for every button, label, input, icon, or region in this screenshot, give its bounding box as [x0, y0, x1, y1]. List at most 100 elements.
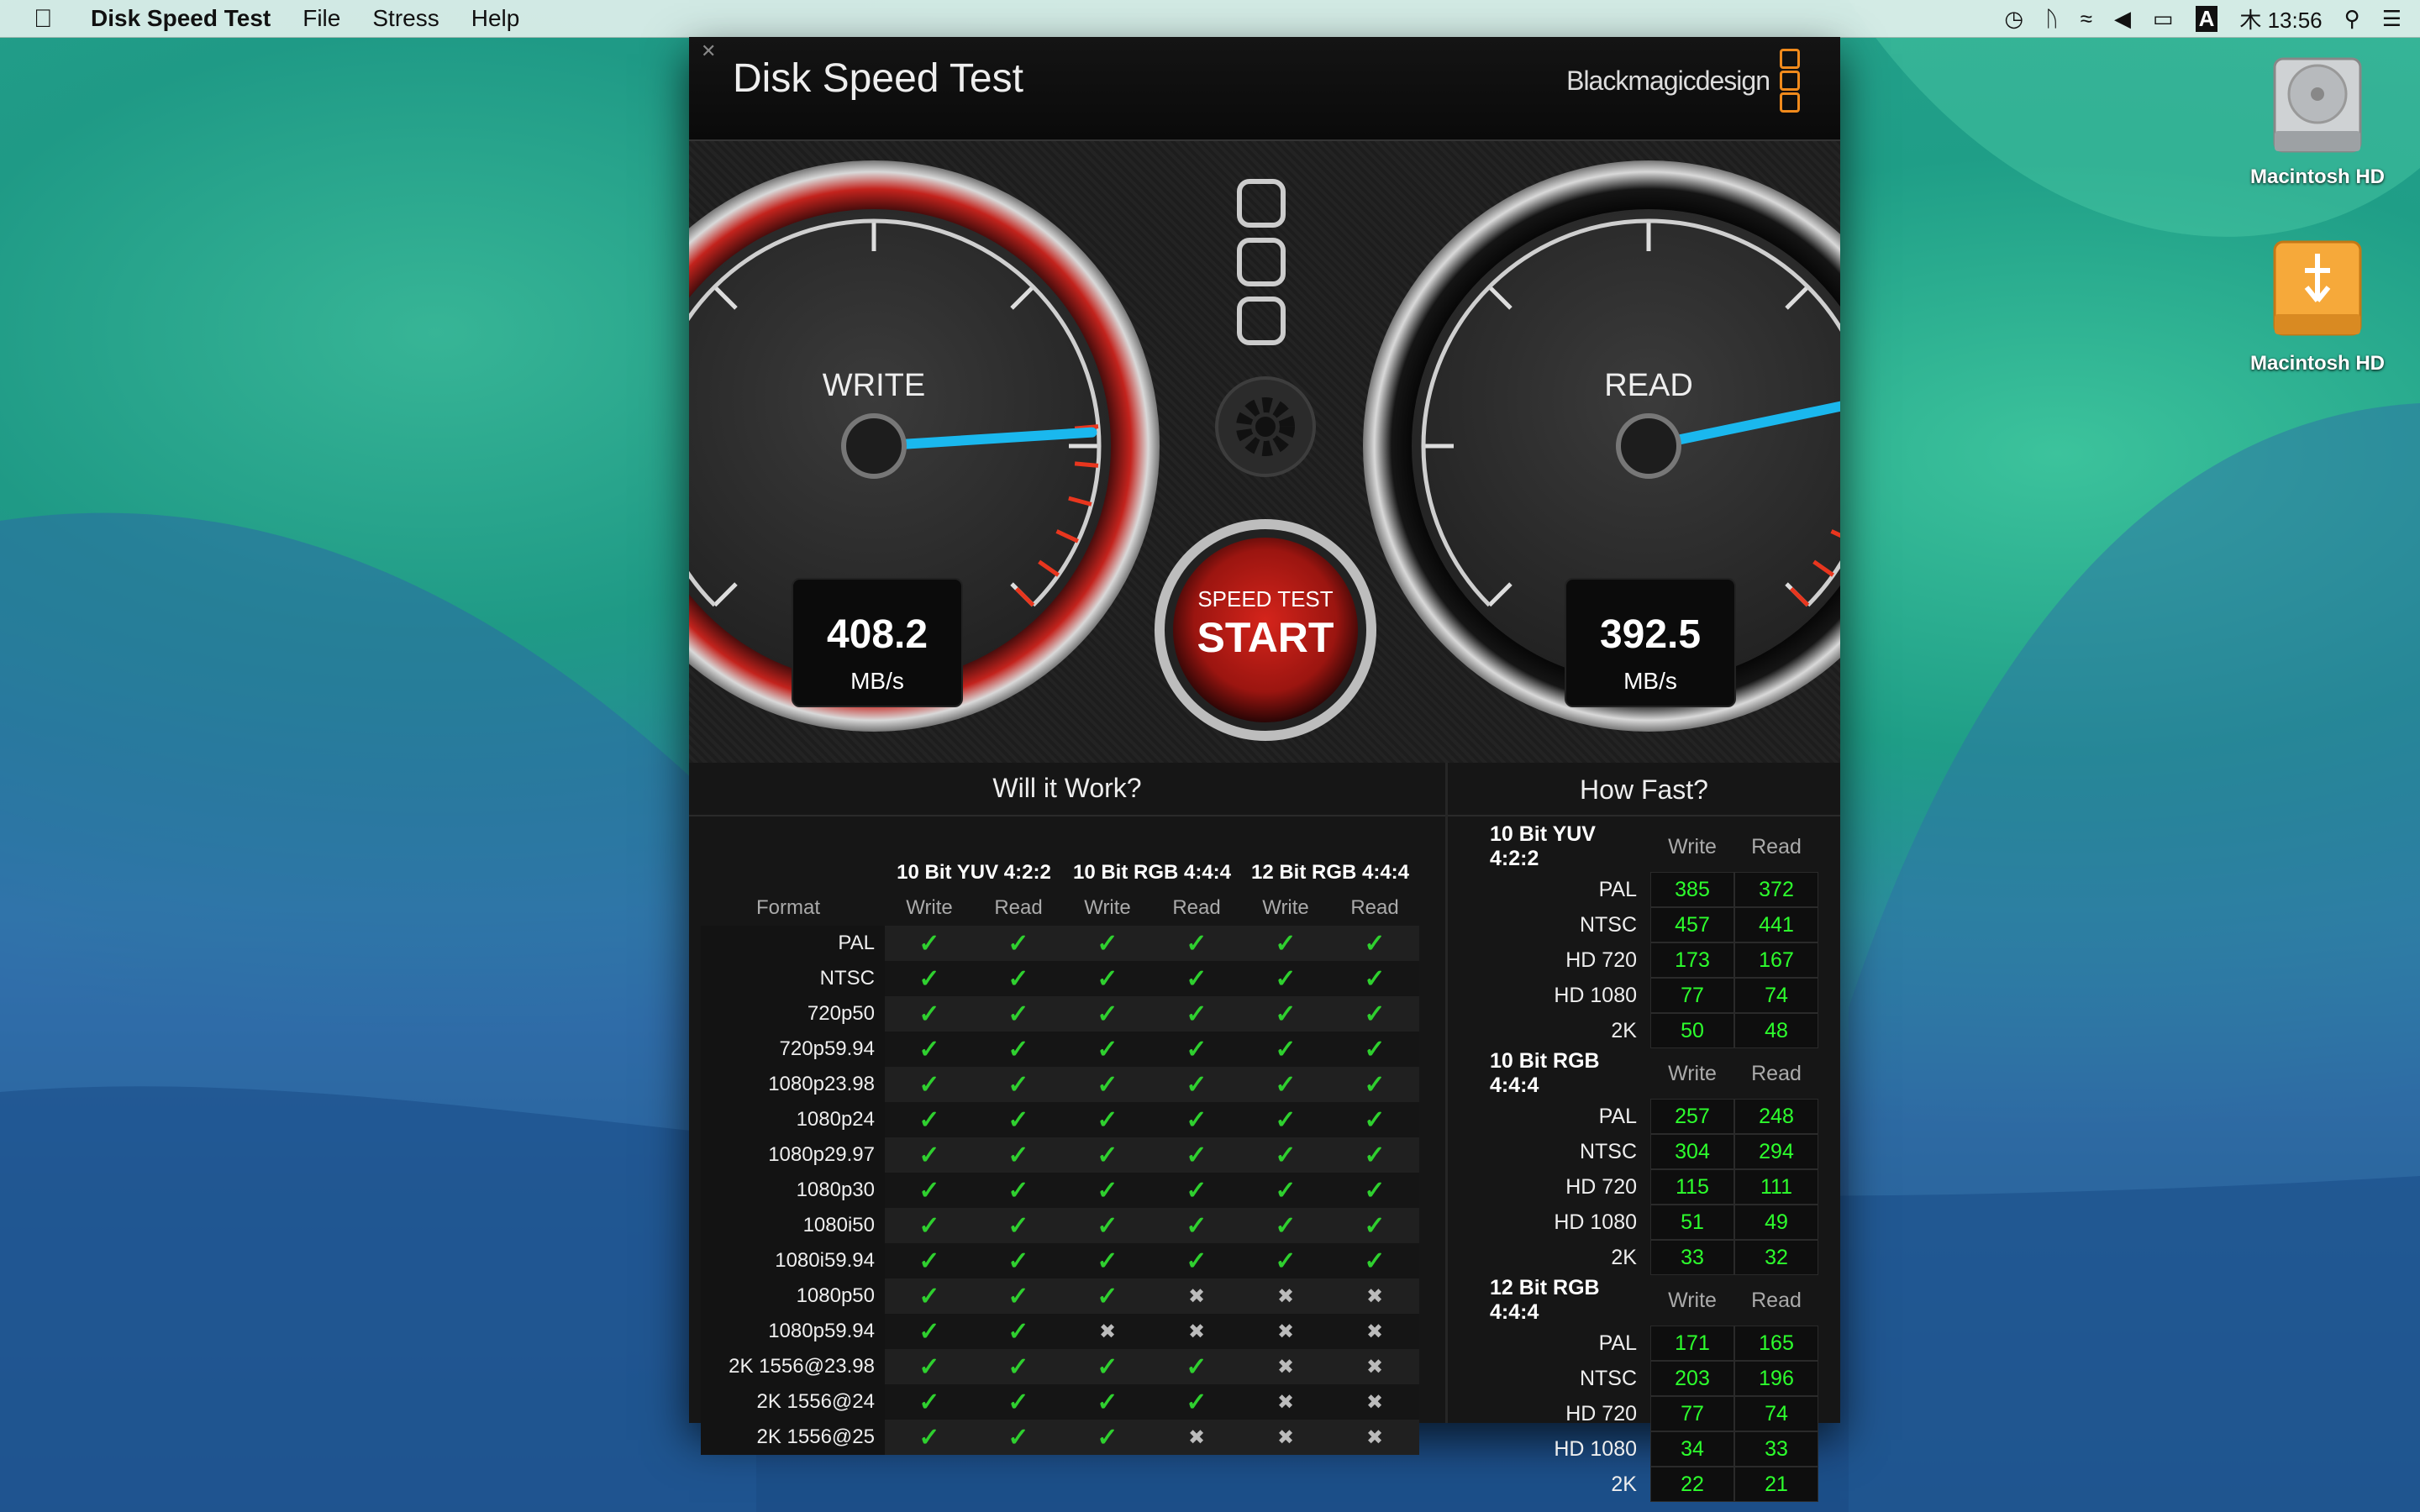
table-row: PAL ✓ ✓ ✓ ✓ ✓ ✓ — [701, 926, 1419, 961]
checkmark-icon: ✓ — [885, 1137, 974, 1173]
drive-indicator-icon — [1237, 179, 1286, 345]
battery-icon[interactable]: ▭ — [2153, 6, 2174, 32]
group-header: 10 Bit RGB 4:4:4 — [1072, 861, 1232, 884]
read-speed-cell: 49 — [1734, 1205, 1818, 1240]
cross-icon: ✖ — [1152, 1420, 1241, 1455]
write-speed-cell: 304 — [1650, 1134, 1734, 1169]
checkmark-icon: ✓ — [1241, 1102, 1330, 1137]
checkmark-icon: ✓ — [1152, 1032, 1241, 1067]
cross-icon: ✖ — [1241, 1420, 1330, 1455]
time-machine-icon[interactable]: ◷ — [2004, 6, 2023, 32]
write-speed-unit: MB/s — [850, 668, 904, 694]
read-speed-cell: 74 — [1734, 978, 1818, 1013]
bluetooth-icon[interactable]: ᚢ — [2045, 6, 2059, 32]
format-cell: 1080p24 — [701, 1102, 885, 1137]
format-cell: 2K 1556@23.98 — [701, 1349, 885, 1384]
read-header: Read — [994, 896, 1043, 919]
window-title: Disk Speed Test — [733, 56, 1023, 101]
table-row: 2K 1556@24 ✓ ✓ ✓ ✓ ✖ ✖ — [701, 1384, 1419, 1420]
write-speed-cell: 115 — [1650, 1169, 1734, 1205]
apple-menu-icon[interactable]:  — [34, 5, 53, 34]
checkmark-icon: ✓ — [885, 1208, 974, 1243]
format-label: PAL — [1598, 877, 1637, 901]
desktop-icon-macintosh-hd[interactable]: Macintosh HD — [2233, 50, 2402, 189]
read-speed-cell: 111 — [1734, 1169, 1818, 1205]
checkmark-icon: ✓ — [1330, 1137, 1419, 1173]
checkmark-icon: ✓ — [1063, 1208, 1152, 1243]
checkmark-icon: ✓ — [974, 1137, 1063, 1173]
checkmark-icon: ✓ — [1152, 1208, 1241, 1243]
checkmark-icon: ✓ — [1063, 1278, 1152, 1314]
read-speed-readout: 392.5 MB/s — [1565, 578, 1736, 707]
checkmark-icon: ✓ — [974, 961, 1063, 996]
will-it-work-panel: Will it Work? 10 Bit YUV 4:2:2 10 Bit RG… — [689, 763, 1448, 1455]
table-row: 1080p23.98 ✓ ✓ ✓ ✓ ✓ ✓ — [701, 1067, 1419, 1102]
checkmark-icon: ✓ — [1063, 1420, 1152, 1455]
read-header: Read — [1350, 896, 1399, 919]
checkmark-icon: ✓ — [1152, 961, 1241, 996]
start-button-label[interactable]: START — [1181, 613, 1349, 662]
write-speed-cell: 77 — [1650, 1396, 1734, 1431]
table-row: 2K 1556@23.98 ✓ ✓ ✓ ✓ ✖ ✖ — [701, 1349, 1419, 1384]
checkmark-icon: ✓ — [885, 1067, 974, 1102]
format-label: NTSC — [1579, 1366, 1637, 1390]
cross-icon: ✖ — [1241, 1314, 1330, 1349]
spotlight-icon[interactable]: ⚲ — [2344, 6, 2360, 32]
section-header-row: 10 Bit YUV 4:2:2 Write Read — [1475, 822, 1818, 872]
settings-gear-icon[interactable] — [1215, 376, 1316, 477]
table-row: PAL 257 248 — [1475, 1099, 1818, 1134]
format-cell: 2K 1556@24 — [701, 1384, 885, 1420]
write-speed-cell: 22 — [1650, 1467, 1734, 1502]
format-cell: PAL — [701, 926, 885, 961]
cross-icon: ✖ — [1152, 1314, 1241, 1349]
table-row: NTSC 304 294 — [1475, 1134, 1818, 1169]
read-header: Read — [1751, 834, 1802, 858]
read-speed-cell: 196 — [1734, 1361, 1818, 1396]
checkmark-icon: ✓ — [974, 1384, 1063, 1420]
menu-stress[interactable]: Stress — [372, 5, 439, 32]
start-button-caption[interactable]: SPEED TEST — [1181, 586, 1349, 612]
checkmark-icon: ✓ — [1330, 996, 1419, 1032]
format-cell: 1080i50 — [701, 1208, 885, 1243]
will-it-work-title: Will it Work? — [992, 773, 1142, 803]
input-source-icon[interactable]: A — [2195, 5, 2218, 32]
menu-app-name[interactable]: Disk Speed Test — [91, 5, 271, 32]
checkmark-icon: ✓ — [885, 961, 974, 996]
notification-center-icon[interactable]: ☰ — [2382, 6, 2402, 32]
usb-drive-icon — [2273, 240, 2362, 336]
volume-icon[interactable]: ◀ — [2114, 6, 2131, 32]
table-row: NTSC 457 441 — [1475, 907, 1818, 942]
write-speed-cell: 203 — [1650, 1361, 1734, 1396]
menu-file[interactable]: File — [302, 5, 340, 32]
write-speed-cell: 33 — [1650, 1240, 1734, 1275]
table-row: HD 1080 51 49 — [1475, 1205, 1818, 1240]
format-cell: 720p59.94 — [701, 1032, 885, 1067]
table-row: HD 720 77 74 — [1475, 1396, 1818, 1431]
section-title: 10 Bit YUV 4:2:2 — [1490, 822, 1596, 870]
write-speed-value: 408.2 — [826, 612, 929, 657]
close-icon[interactable]: ✕ — [701, 40, 716, 62]
write-speed-cell: 51 — [1650, 1205, 1734, 1240]
cross-icon: ✖ — [1330, 1420, 1419, 1455]
format-cell: 1080p30 — [701, 1173, 885, 1208]
checkmark-icon: ✓ — [1063, 1067, 1152, 1102]
menu-help[interactable]: Help — [471, 5, 520, 32]
checkmark-icon: ✓ — [1152, 1173, 1241, 1208]
checkmark-icon: ✓ — [1152, 1243, 1241, 1278]
checkmark-icon: ✓ — [885, 1102, 974, 1137]
section-title: 12 Bit RGB 4:4:4 — [1490, 1276, 1600, 1324]
read-header: Read — [1751, 1061, 1802, 1085]
table-row: 1080p59.94 ✓ ✓ ✖ ✖ ✖ ✖ — [701, 1314, 1419, 1349]
format-label: 2K — [1611, 1245, 1637, 1269]
checkmark-icon: ✓ — [974, 1173, 1063, 1208]
checkmark-icon: ✓ — [1330, 1067, 1419, 1102]
wifi-icon[interactable]: ≈ — [2081, 6, 2092, 32]
desktop-icon-usb-drive[interactable]: Macintosh HD — [2233, 237, 2402, 375]
checkmark-icon: ✓ — [1241, 1243, 1330, 1278]
table-row: 720p50 ✓ ✓ ✓ ✓ ✓ ✓ — [701, 996, 1419, 1032]
menu-clock[interactable]: 木 13:56 — [2239, 3, 2322, 34]
checkmark-icon: ✓ — [1063, 926, 1152, 961]
table-row: 1080p30 ✓ ✓ ✓ ✓ ✓ ✓ — [701, 1173, 1419, 1208]
checkmark-icon: ✓ — [885, 1243, 974, 1278]
disk-speed-test-window: ✕ Disk Speed Test Blackmagicdesign WRITE… — [689, 37, 1840, 1502]
